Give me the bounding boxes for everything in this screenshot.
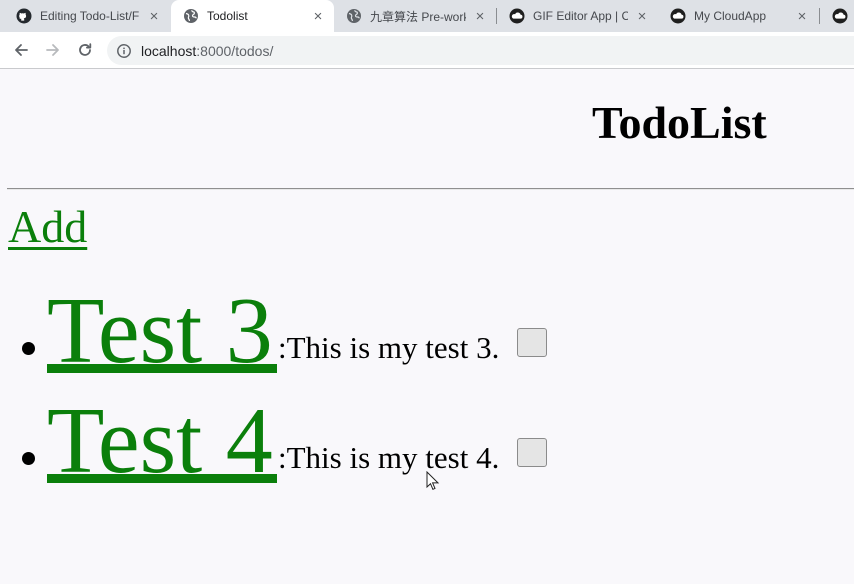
arrow-left-icon (15, 44, 28, 56)
list-item: Test 3 :This is my test 3. (0, 284, 854, 388)
globe-icon (346, 8, 362, 24)
tab-strip: Editing Todo-List/F × Todolist × 九章算法 Pr… (0, 0, 854, 32)
tab-title: Todolist (207, 9, 248, 23)
github-icon (16, 8, 32, 24)
tab-title: Editing Todo-List/F (40, 9, 140, 23)
todo-checkbox[interactable] (517, 328, 547, 357)
divider (7, 188, 854, 190)
todo-checkbox[interactable] (517, 438, 547, 467)
page-title: TodoList (592, 97, 767, 148)
cloud-icon (509, 8, 525, 24)
info-icon[interactable] (116, 43, 132, 59)
tab-title: My CloudApp (694, 9, 767, 23)
browser-toolbar: localhost:8000/todos/ (0, 32, 854, 69)
address-bar[interactable]: localhost:8000/todos/ (107, 36, 854, 65)
url-path: :8000/todos/ (196, 42, 274, 59)
tab-overflow[interactable] (820, 0, 854, 32)
close-icon[interactable]: × (634, 8, 650, 24)
tab-gif-editor[interactable]: GIF Editor App | Cl × (497, 0, 658, 32)
page-content: TodoList Add Test 3 :This is my test 3. … (0, 70, 854, 584)
forward-button[interactable] (40, 37, 66, 63)
reload-icon (79, 43, 92, 56)
todo-link-underline (47, 474, 277, 483)
tab-jiuzhang-prework[interactable]: 九章算法 Pre-work × (334, 0, 496, 32)
todo-description: :This is my test 4. (278, 440, 500, 475)
tab-title: GIF Editor App | Cl (533, 9, 628, 23)
globe-icon (183, 8, 199, 24)
url-text: localhost:8000/todos/ (141, 43, 273, 59)
todo-description: :This is my test 3. (278, 330, 500, 365)
tab-editing-todo-list[interactable]: Editing Todo-List/F × (4, 0, 170, 32)
todo-link-underline (47, 364, 277, 373)
close-icon[interactable]: × (472, 8, 488, 24)
url-host: localhost (141, 42, 197, 59)
add-link[interactable]: Add (8, 204, 87, 250)
back-button[interactable] (8, 37, 34, 63)
cloud-icon (832, 8, 848, 24)
bullet (22, 452, 35, 465)
arrow-right-icon (46, 44, 59, 56)
tab-title: 九章算法 Pre-work (370, 9, 466, 24)
tab-my-cloudapp[interactable]: My CloudApp × (658, 0, 818, 32)
bullet (22, 342, 35, 355)
close-icon[interactable]: × (146, 8, 162, 24)
tab-todolist[interactable]: Todolist × (171, 0, 334, 32)
close-icon[interactable]: × (794, 8, 810, 24)
close-icon[interactable]: × (310, 8, 326, 24)
mouse-cursor-icon (426, 471, 440, 490)
reload-button[interactable] (72, 37, 98, 63)
cloud-icon (670, 8, 686, 24)
